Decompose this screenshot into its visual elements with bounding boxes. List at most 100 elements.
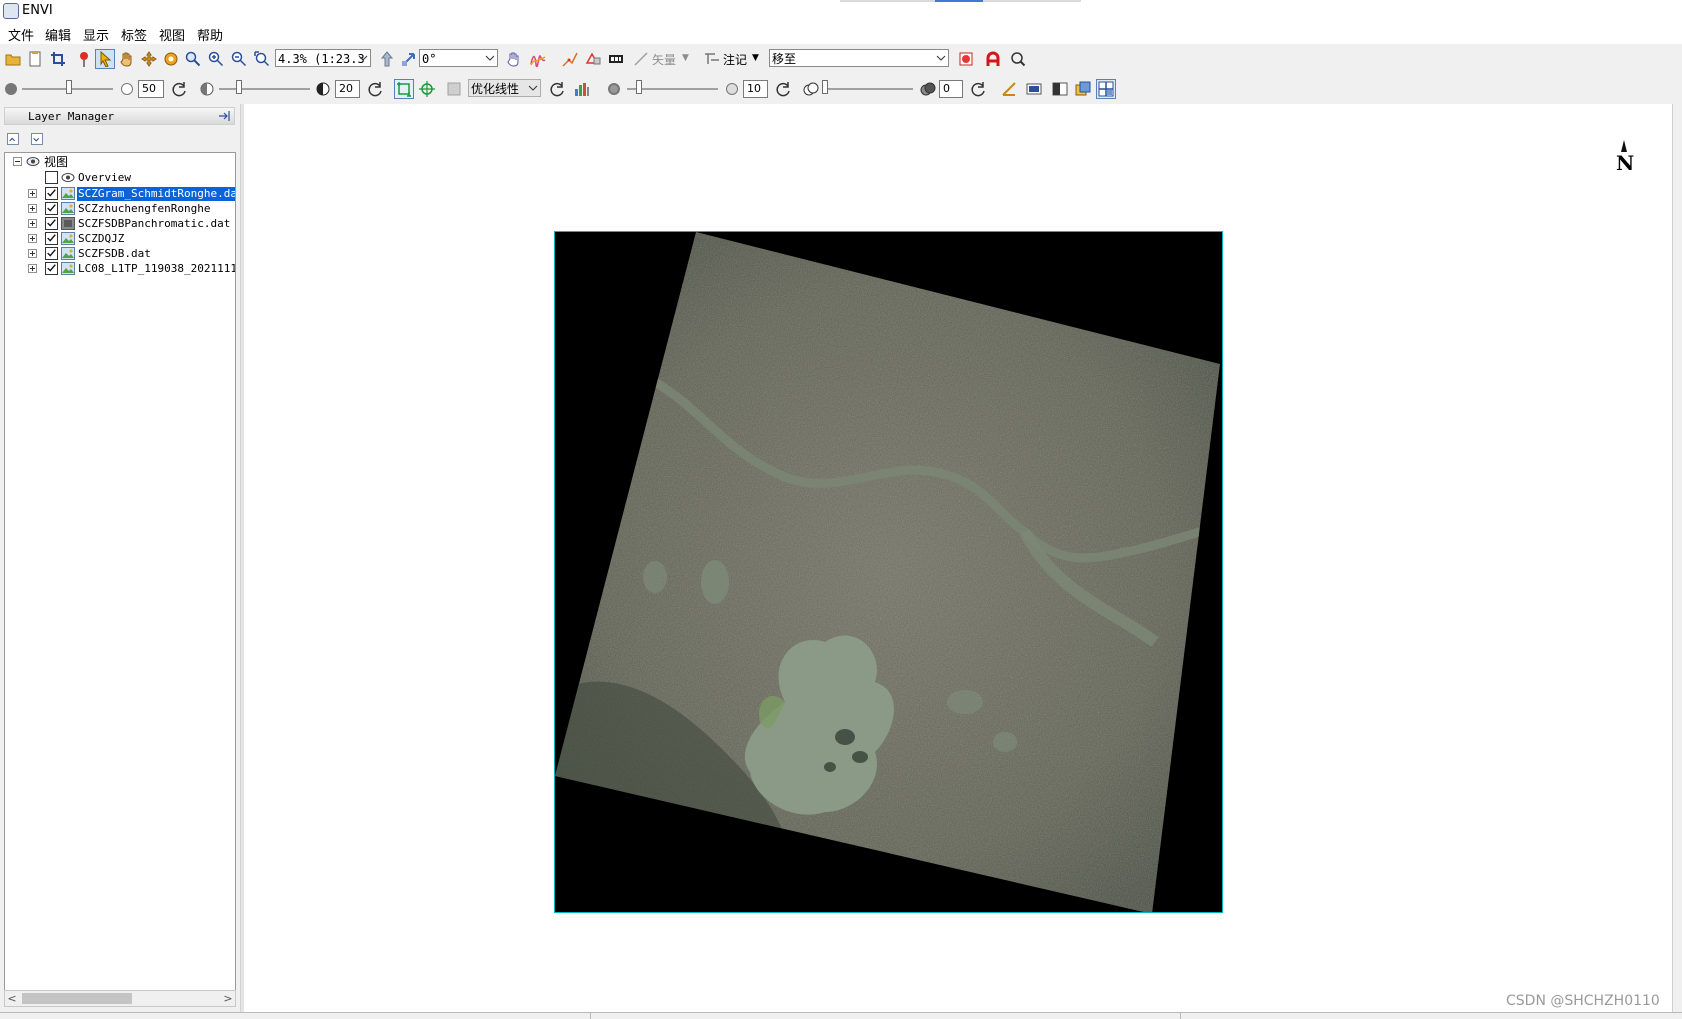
expand-toggle[interactable] <box>28 264 37 273</box>
transparency-value[interactable]: 0 <box>939 80 963 98</box>
reset-contrast-icon[interactable] <box>367 81 383 97</box>
menu-display[interactable]: 显示 <box>81 25 111 44</box>
status-segment <box>590 1013 591 1019</box>
collapse-toggle[interactable] <box>13 157 22 166</box>
contrast-value[interactable]: 20 <box>335 80 360 98</box>
flicker-icon[interactable] <box>1075 81 1091 97</box>
tree-item-layer[interactable]: LC08_L1TP_119038_20211114_ <box>5 261 235 277</box>
data-manager-icon[interactable] <box>27 51 43 67</box>
layer-visibility-checkbox[interactable] <box>45 262 58 275</box>
expand-all-icon[interactable] <box>31 133 43 145</box>
layer-visibility-checkbox[interactable] <box>45 202 58 215</box>
image-icon[interactable] <box>1026 81 1042 97</box>
tree-item-layer[interactable]: SCZFSDBPanchromatic.dat <box>5 216 235 232</box>
contrast-slider-thumb[interactable] <box>236 80 242 94</box>
zoom-tool-icon[interactable] <box>185 51 201 67</box>
menu-view[interactable]: 视图 <box>157 25 187 44</box>
raster-image-frame[interactable] <box>554 231 1223 913</box>
reset-sharpen-icon[interactable] <box>775 81 791 97</box>
fly-icon[interactable] <box>141 51 157 67</box>
pin-icon[interactable] <box>76 51 92 67</box>
tree-item-layer[interactable]: SCZDQJZ <box>5 231 235 247</box>
panel-splitter[interactable] <box>240 104 244 1016</box>
zoom-out-icon[interactable] <box>231 51 247 67</box>
cursor-value-icon[interactable] <box>506 51 522 67</box>
measure-icon[interactable] <box>562 51 578 67</box>
layer-visibility-checkbox[interactable] <box>45 187 58 200</box>
layer-icon[interactable] <box>958 51 974 67</box>
menu-annotation[interactable]: 标签 <box>119 25 149 44</box>
layer-manager-title: Layer Manager <box>28 110 115 123</box>
annotation-tool-icon[interactable] <box>704 51 720 67</box>
tree-root-view[interactable]: 视图 <box>5 154 235 170</box>
tree-root-label: 视图 <box>44 155 69 169</box>
rgb-raster-icon <box>61 262 75 275</box>
expand-toggle[interactable] <box>28 249 37 258</box>
scroll-left-icon[interactable]: < <box>5 991 19 1006</box>
layer-tree-hscrollbar[interactable]: < > <box>4 990 236 1007</box>
contrast-slider[interactable] <box>219 88 310 90</box>
rotation-select[interactable]: 0° <box>419 49 498 67</box>
angle-measure-icon[interactable] <box>1001 81 1017 97</box>
sharpen-slider-thumb[interactable] <box>636 80 642 94</box>
layer-name: SCZFSDB.dat <box>78 247 151 260</box>
stretch-type-select[interactable]: 优化线性 <box>468 79 541 97</box>
crop-icon[interactable] <box>50 51 66 67</box>
full-extent-icon[interactable] <box>396 81 412 97</box>
brightness-slider-thumb[interactable] <box>66 80 72 94</box>
overview-checkbox[interactable] <box>45 171 58 184</box>
rotate-view-icon[interactable] <box>401 51 417 67</box>
expand-toggle[interactable] <box>28 189 37 198</box>
goto-select[interactable]: 移至 <box>769 49 949 67</box>
view-rgb-icon[interactable] <box>608 51 624 67</box>
layer-visibility-checkbox[interactable] <box>45 217 58 230</box>
tree-item-layer[interactable]: SCZGram_SchmidtRonghe.dat <box>5 186 235 202</box>
pan-hand-icon[interactable] <box>119 51 135 67</box>
brightness-value[interactable]: 50 <box>138 80 164 98</box>
histogram-icon[interactable] <box>574 81 590 97</box>
refresh-stretch-icon[interactable] <box>549 81 565 97</box>
reset-transparency-icon[interactable] <box>970 81 986 97</box>
rotate-icon[interactable] <box>163 51 179 67</box>
sharpen-value[interactable]: 10 <box>743 80 768 98</box>
transparency-slider-thumb[interactable] <box>822 80 828 94</box>
swipe-icon[interactable] <box>1052 81 1068 97</box>
layer-visibility-checkbox[interactable] <box>45 247 58 260</box>
zoom-full-icon[interactable] <box>254 51 270 67</box>
rotate-north-icon[interactable] <box>379 51 395 67</box>
overview-label: Overview <box>78 171 131 184</box>
view-eye-icon <box>26 155 40 168</box>
scroll-thumb[interactable] <box>22 993 132 1004</box>
search-icon[interactable] <box>1010 51 1026 67</box>
reset-brightness-icon[interactable] <box>171 81 187 97</box>
menu-file[interactable]: 文件 <box>6 25 36 44</box>
tree-item-layer[interactable]: SCZzhuchengfenRonghe <box>5 201 235 217</box>
annotate-label[interactable]: 注记 <box>723 51 747 68</box>
spectral-profile-icon[interactable] <box>530 51 546 67</box>
pin-panel-icon[interactable] <box>218 110 231 122</box>
scroll-right-icon[interactable]: > <box>221 991 235 1006</box>
expand-toggle[interactable] <box>28 204 37 213</box>
tree-item-layer[interactable]: SCZFSDB.dat <box>5 246 235 262</box>
menu-help[interactable]: 帮助 <box>195 25 225 44</box>
annotate-a-icon[interactable] <box>985 51 1001 67</box>
center-extent-icon[interactable] <box>419 81 435 97</box>
expand-toggle[interactable] <box>28 219 37 228</box>
rgb-raster-icon <box>61 202 75 215</box>
transparency-high-icon <box>920 81 936 97</box>
main-toolbar: 4.3% (1:23.3 0° 矢量 ▼ 注记 ▼ 移至 <box>0 44 1682 74</box>
blend-icon[interactable] <box>1098 81 1114 97</box>
transparency-slider[interactable] <box>822 88 913 90</box>
layer-visibility-checkbox[interactable] <box>45 232 58 245</box>
zoom-in-icon[interactable] <box>208 51 224 67</box>
menu-edit[interactable]: 编辑 <box>43 25 73 44</box>
expand-toggle[interactable] <box>28 234 37 243</box>
tree-item-overview[interactable]: Overview <box>5 170 235 186</box>
select-pointer-icon[interactable] <box>97 51 113 67</box>
overview-eye-icon <box>61 171 75 184</box>
portal-icon[interactable] <box>585 51 601 67</box>
collapse-all-icon[interactable] <box>7 133 19 145</box>
zoom-level-select[interactable]: 4.3% (1:23.3 <box>275 49 371 67</box>
open-file-icon[interactable] <box>5 51 21 67</box>
menu-bar: 文件 编辑 显示 标签 视图 帮助 <box>0 22 1682 44</box>
